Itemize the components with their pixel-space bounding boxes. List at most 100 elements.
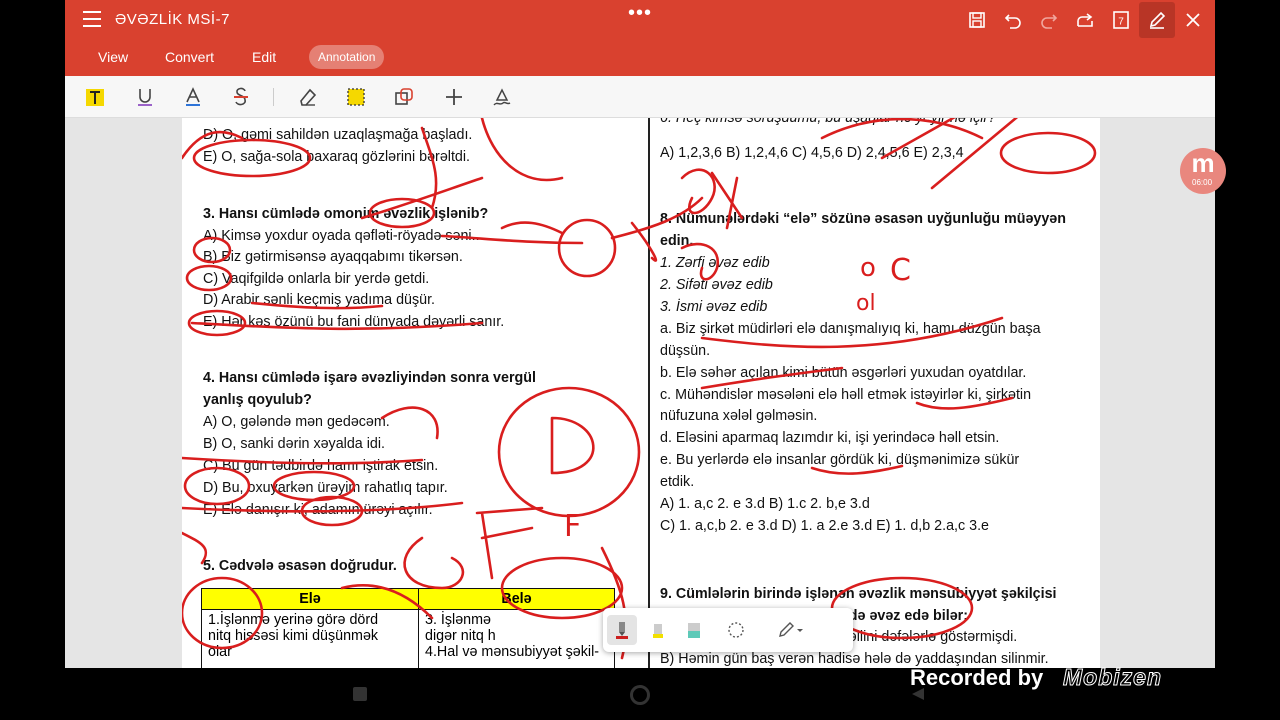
- sentence-line: a. Biz şirkət müdirləri elə danışmalıyıq…: [660, 321, 1041, 337]
- ink-letter-c2: C: [890, 253, 911, 288]
- option-line: E) Hər kəs özünü bu fani dünyada dəyərli…: [203, 314, 505, 330]
- cell-line: olar: [208, 644, 232, 660]
- recorder-logo: m: [1191, 148, 1215, 178]
- signature-icon[interactable]: [489, 85, 515, 109]
- option-line: D) Arabir sənli keçmiş yadıma düşür.: [203, 292, 436, 308]
- area-highlight-icon[interactable]: [343, 85, 369, 109]
- page-number-icon[interactable]: 7: [1103, 2, 1139, 38]
- match-item: 3. İsmi əvəz edib: [660, 299, 768, 315]
- sentence-line: d. Eləsini aparmaq lazımdır ki, işi yeri…: [660, 430, 1000, 446]
- option-line: A) O, gələndə mən gedəcəm.: [203, 414, 390, 430]
- ink-letter-d: [550, 416, 595, 475]
- sentence-line: e. Bu yerlərdə elə insanlar gördük ki, d…: [660, 452, 1020, 468]
- sentence-line: etdik.: [660, 474, 695, 490]
- question-4-title: 4. Hansı cümlədə işarə əvəzliyindən sonr…: [203, 370, 536, 386]
- text-line: E) O, sağa-sola baxaraq gözlərini bərəlt…: [203, 149, 471, 165]
- ink-circle: [999, 131, 1097, 175]
- marker-icon[interactable]: [679, 615, 709, 645]
- cell-line: 4.Hal və mənsubiyyət şəkil-: [425, 644, 600, 660]
- tab-edit[interactable]: Edit: [252, 49, 276, 65]
- pen-tool-popup: [603, 608, 853, 652]
- pen-edit-icon[interactable]: [1139, 2, 1175, 38]
- share-icon[interactable]: [1067, 2, 1103, 38]
- cell-line: 1.İşlənmə yerinə görə dörd: [208, 612, 379, 628]
- cell-line: nitq hissəsi kimi düşünmək: [208, 628, 379, 644]
- tab-view[interactable]: View: [98, 49, 128, 65]
- more-options-icon[interactable]: •••: [628, 2, 652, 25]
- question-8-title: 8. Nümunələrdəki “elə” sözünə əsasən uyğ…: [660, 211, 1066, 227]
- sentence-line: düşsün.: [660, 343, 711, 359]
- sentence-line: nüfuzuna xələl gəlməsin.: [660, 408, 818, 424]
- ink-stroke: [500, 221, 564, 235]
- top-actions: 7: [959, 0, 1215, 40]
- question-4-title-cont: yanlış qoyulub?: [203, 392, 312, 408]
- ink-letter-f-text: F: [564, 509, 581, 544]
- redo-icon[interactable]: [1031, 2, 1067, 38]
- pen-settings-icon[interactable]: [771, 615, 811, 645]
- title-bar: ƏVƏZLİK MSİ-7 ••• 7: [65, 0, 1215, 40]
- sentence-line: b. Elə səhər açılan kimi bütün əsgərləri…: [660, 365, 1027, 381]
- toolbar-separator: [273, 88, 274, 106]
- table-header: Belə: [418, 588, 615, 610]
- option-line: C) Vaqifgildə onlarla bir yerdə getdi.: [203, 271, 430, 287]
- table-cell: 1.İşlənmə yerinə görə dörd nitq hissəsi …: [201, 609, 419, 668]
- table-cell: 3. İşlənmə digər nitq h 4.Hal və mənsubi…: [418, 609, 615, 668]
- shape-icon[interactable]: [391, 85, 417, 109]
- ink-loop: [680, 168, 716, 215]
- recorder-floating-button[interactable]: m 06:00: [1180, 148, 1226, 194]
- lasso-icon[interactable]: [721, 615, 751, 645]
- question-3-title: 3. Hansı cümlədə omonim əvəzlik işlənib?: [203, 206, 489, 222]
- home-icon[interactable]: [630, 685, 650, 705]
- question-8-title-cont: edin.: [660, 233, 694, 249]
- pen-icon[interactable]: [607, 615, 637, 645]
- option-line: B) O, sanki dərin xəyalda idi.: [203, 436, 385, 452]
- recorded-by-text: Recorded by: [910, 665, 1044, 690]
- underline-icon[interactable]: [132, 85, 158, 109]
- strikethrough-icon[interactable]: [228, 85, 254, 109]
- ink-stroke: [380, 406, 439, 440]
- add-icon[interactable]: [441, 85, 467, 109]
- tab-bar: View Convert Edit Annotation: [65, 40, 1215, 76]
- pdf-page[interactable]: D) O, gəmi sahildən uzaqlaşmağa başladı.…: [182, 118, 1100, 668]
- ink-loop: [403, 536, 465, 590]
- text-color-icon[interactable]: [180, 85, 206, 109]
- eraser-icon[interactable]: [295, 85, 321, 109]
- document-title: ƏVƏZLİK MSİ-7: [115, 11, 230, 28]
- cell-line: 3. İşlənmə: [425, 612, 491, 628]
- sentence-line: c. Mühəndislər məsələni elə həll etmək i…: [660, 387, 1032, 403]
- close-icon[interactable]: [1175, 2, 1211, 38]
- ink-circle: [497, 386, 641, 518]
- tab-convert[interactable]: Convert: [165, 49, 214, 65]
- ink-stroke: [630, 221, 658, 262]
- table-header: Elə: [201, 588, 419, 610]
- answer-options: C) 1. a,c,b 2. e 3.d D) 1. a 2.e 3.d E) …: [660, 518, 990, 534]
- annotation-toolbar: [65, 76, 1215, 118]
- cell-line: digər nitq h: [425, 628, 496, 644]
- answer-options: A) 1,2,3,6 B) 1,2,4,6 C) 4,5,6 D) 2,4,5,…: [660, 145, 964, 161]
- ink-circle: [557, 218, 617, 278]
- highlighter-icon[interactable]: [643, 615, 673, 645]
- recents-icon[interactable]: [353, 687, 367, 701]
- option-line: E) Elə danışır ki, adamın ürəyi açılır.: [203, 502, 433, 518]
- pdf-app-window: ƏVƏZLİK MSİ-7 ••• 7 View Convert Edit An…: [65, 0, 1215, 668]
- comparison-table: Elə Belə 1.İşlənmə yerinə görə dörd nitq…: [201, 588, 615, 668]
- tab-annotation[interactable]: Annotation: [309, 45, 385, 69]
- ink-letter-f: [475, 506, 544, 580]
- highlight-text-icon[interactable]: [82, 85, 108, 109]
- match-item: 1. Zərfi əvəz edib: [660, 255, 770, 271]
- option-line: D) Bu, oxuyarkən ürəyim rahatlıq tapır.: [203, 480, 448, 496]
- undo-icon[interactable]: [995, 2, 1031, 38]
- hamburger-menu-icon[interactable]: [83, 11, 101, 27]
- option-line: C) Bu gün tədbirdə hamı iştirak etsin.: [203, 458, 439, 474]
- save-icon[interactable]: [959, 2, 995, 38]
- column-divider: [648, 118, 650, 668]
- recorder-time: 06:00: [1192, 178, 1213, 187]
- match-item: 2. Sifəti əvəz edib: [660, 277, 773, 293]
- answer-options: A) 1. a,c 2. e 3.d B) 1.c 2. b,e 3.d: [660, 496, 870, 512]
- question-6-text: 6. Heç kimsə soruşdumu, bu uşaqlar nə ye…: [660, 118, 997, 126]
- mobizen-logo: Mobizen: [1063, 664, 1162, 691]
- option-line: B) Biz gətirmisənsə ayaqqabımı tikərsən.: [203, 249, 463, 265]
- question-9-title: 9. Cümlələrin birində işlənən əvəzlik mə…: [660, 586, 1057, 602]
- ink-letter-c: o: [860, 253, 876, 283]
- text-line: D) O, gəmi sahildən uzaqlaşmağa başladı.: [203, 127, 473, 143]
